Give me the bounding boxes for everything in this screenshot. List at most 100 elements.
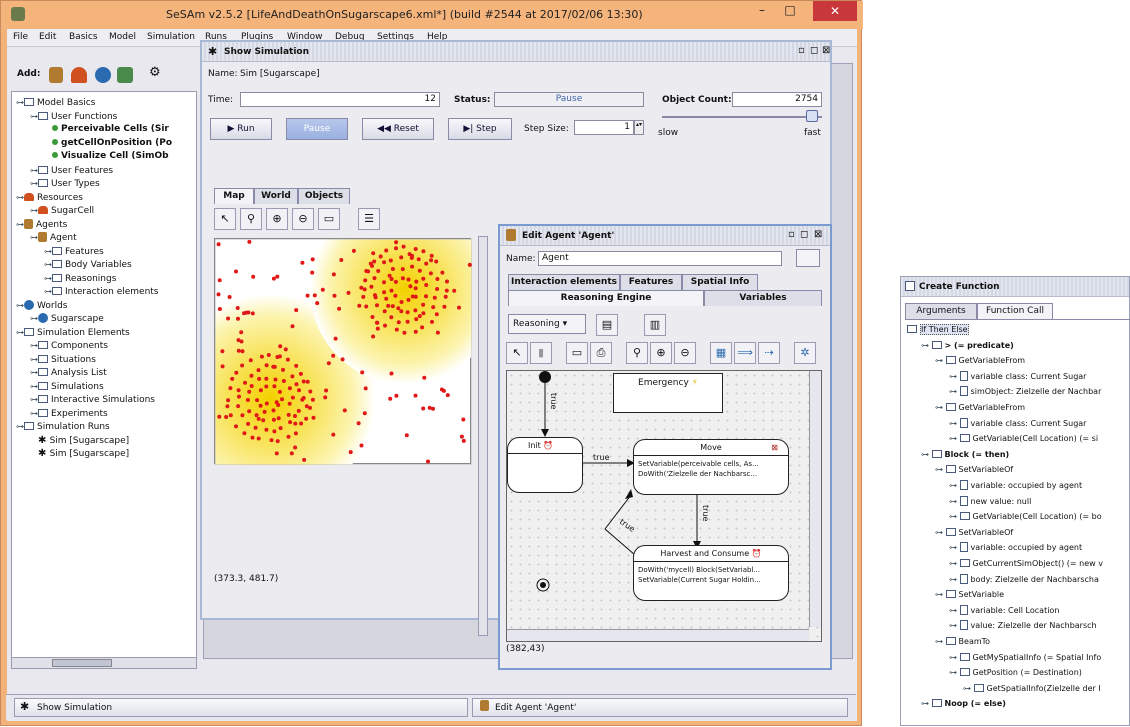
move-node[interactable]: Move ⊠ SetVariable(perceivable cells, As… (633, 439, 789, 495)
split-divider[interactable] (478, 236, 488, 636)
tree-toggle-icon[interactable]: ⊶ (921, 450, 932, 459)
close-button[interactable]: ✕ (813, 1, 857, 21)
tree-toggle-icon[interactable]: ⊶ (16, 326, 24, 339)
function-tree-row[interactable]: ⊶ body: Zielzelle der Nachbarscha (949, 573, 1099, 586)
step-size-spinner[interactable]: ▴▾ (634, 120, 644, 135)
tree-item[interactable]: ⊶ Interaction elements (44, 285, 159, 298)
tree-toggle-icon[interactable]: ⊶ (16, 420, 24, 433)
init-node[interactable]: Init ⏰ (507, 437, 583, 493)
tree-item[interactable]: ⊶ User Features (30, 164, 113, 177)
tab-features[interactable]: Features (620, 274, 682, 290)
tab-map[interactable]: Map (214, 188, 254, 204)
function-tree-row[interactable]: ⊶ GetCurrentSimObject() (= new v (949, 557, 1103, 570)
harvest-node[interactable]: Harvest and Consume ⏰ DoWith('mycell) Bl… (633, 545, 789, 601)
function-tree-row[interactable]: ⊶ new value: null (949, 495, 1031, 508)
tree-item[interactable]: ⊶ Simulation Elements (16, 326, 130, 339)
agent-zoom-out-icon[interactable]: ⊖ (674, 342, 696, 364)
tree-item[interactable]: ⊶ Body Variables (44, 258, 132, 271)
tree-toggle-icon[interactable]: ⊶ (935, 528, 946, 537)
step-button[interactable]: ▶| Step (448, 118, 512, 140)
tree-toggle-icon[interactable]: ⊶ (30, 177, 38, 190)
menu-model[interactable]: Model (109, 32, 136, 42)
tree-toggle-icon[interactable]: ⊶ (935, 590, 946, 599)
tree-item[interactable]: ⊶ User Types (30, 177, 100, 190)
function-tree-row[interactable]: ⊶ SetVariableOf (935, 526, 1013, 539)
tree-toggle-icon[interactable]: ⊶ (949, 621, 960, 630)
tree-toggle-icon[interactable]: ⊶ (30, 204, 38, 217)
new-doc-icon[interactable]: ▤ (596, 314, 618, 336)
tree-toggle-icon[interactable]: ⊶ (935, 356, 946, 365)
tab-world[interactable]: World (254, 188, 298, 204)
tree-item[interactable]: ⊶ Experiments (30, 407, 108, 420)
function-tree-row[interactable]: ⊶ BeamTo (935, 635, 990, 648)
tree-item[interactable]: ⊶ Simulations (30, 380, 104, 393)
tree-item[interactable]: ⊶ Agents (16, 218, 67, 231)
tree-toggle-icon[interactable]: ⊶ (949, 387, 960, 396)
tab-objects[interactable]: Objects (298, 188, 350, 204)
tree-item[interactable]: Perceivable Cells (Sir (44, 123, 169, 136)
tree-toggle-icon[interactable]: ⊶ (921, 341, 932, 350)
tree-item[interactable]: ⊶ Reasonings (44, 272, 116, 285)
function-tree-row[interactable]: ⊶ simObject: Zielzelle der Nachbar (949, 385, 1101, 398)
tree-item[interactable]: ⊶ Analysis List (30, 366, 107, 379)
task-show-simulation[interactable]: Show Simulation (14, 698, 468, 717)
tree-toggle-icon[interactable]: ⊶ (949, 606, 960, 615)
function-tree-row[interactable]: ⊶ value: Zielzelle der Nachbarsch (949, 619, 1097, 632)
menu-simulation[interactable]: Simulation (147, 32, 195, 42)
tree-horizontal-scrollbar[interactable] (11, 657, 197, 669)
tree-toggle-icon[interactable]: ⊶ (44, 258, 52, 271)
tree-item[interactable]: ⊶ Sugarscape (30, 312, 104, 325)
reset-button[interactable]: ◀◀ Reset (362, 118, 434, 140)
add-world-icon[interactable] (95, 67, 111, 83)
pointer-icon[interactable]: ↖ (506, 342, 528, 364)
tree-item[interactable]: ✱ Sim [Sugarscape] (30, 447, 129, 460)
title-bar[interactable]: SeSAm v2.5.2 [LifeAndDeathOnSugarscape6.… (1, 1, 863, 29)
tree-toggle-icon[interactable]: ⊶ (30, 110, 38, 123)
maximize-button[interactable]: □ (777, 1, 803, 21)
function-tree-row[interactable]: ⊶ Block (= then) (921, 448, 1009, 461)
tree-item[interactable]: ⊶ Worlds (16, 299, 67, 312)
tree-item[interactable]: ⊶ User Functions (30, 110, 117, 123)
tree-toggle-icon[interactable]: ⊶ (30, 231, 38, 244)
tree-item[interactable]: ⊶ Components (30, 339, 108, 352)
speed-slider-track[interactable] (662, 116, 822, 118)
add-agent-icon[interactable] (49, 67, 63, 83)
function-tree-row[interactable]: If Then Else (907, 323, 969, 336)
tree-toggle-icon[interactable]: ⊶ (30, 339, 38, 352)
tree-toggle-icon[interactable]: ⊶ (949, 668, 960, 677)
pause-button[interactable]: Pause (286, 118, 348, 140)
tree-item[interactable]: ⊶ Resources (16, 191, 83, 204)
tree-toggle-icon[interactable]: ⊶ (949, 543, 960, 552)
tree-toggle-icon[interactable]: ⊶ (921, 699, 932, 708)
function-tree-row[interactable]: ⊶ > (= predicate) (921, 339, 1014, 352)
step-size-input[interactable]: 1 (574, 120, 634, 135)
tree-item[interactable]: ⊶ Model Basics (16, 96, 95, 109)
menu-basics[interactable]: Basics (69, 32, 98, 42)
tree-toggle-icon[interactable]: ⊶ (949, 419, 960, 428)
function-tree-row[interactable]: ⊶ GetVariable(Cell Location) (= bo (949, 510, 1102, 523)
function-tree-row[interactable]: ⊶ GetVariableFrom (935, 354, 1025, 367)
speed-slider-thumb[interactable] (806, 110, 818, 122)
function-tree-row[interactable]: ⊶ variable class: Current Sugar (949, 370, 1086, 383)
tree-toggle-icon[interactable]: ⊶ (30, 312, 38, 325)
function-tree-row[interactable]: ⊶ variable: occupied by agent (949, 479, 1082, 492)
zoom-in-icon[interactable]: ⊕ (266, 208, 288, 230)
tree-toggle-icon[interactable]: ⊶ (16, 96, 24, 109)
function-tree-row[interactable]: ⊶ SetVariableOf (935, 463, 1013, 476)
tree-toggle-icon[interactable]: ⊶ (44, 285, 52, 298)
tree-toggle-icon[interactable]: ⊶ (935, 465, 946, 474)
tree-toggle-icon[interactable]: ⊶ (949, 481, 960, 490)
tree-item[interactable]: ⊶ SugarCell (30, 204, 94, 217)
tree-item[interactable]: Visualize Cell (SimOb (44, 150, 169, 163)
tab-function-call[interactable]: Function Call (977, 303, 1053, 319)
agent-doc-icon[interactable] (796, 249, 820, 267)
agent-restore-icon[interactable]: ▫ (788, 229, 795, 240)
tree-toggle-icon[interactable]: ⊶ (949, 434, 960, 443)
tree-toggle-icon[interactable]: ⊶ (16, 191, 24, 204)
agent-name-input[interactable]: Agent (538, 251, 782, 266)
camera-tool-icon[interactable]: ▭ (566, 342, 588, 364)
tree-toggle-icon[interactable]: ⊶ (949, 497, 960, 506)
tab-arguments[interactable]: Arguments (905, 303, 977, 319)
function-tree-row[interactable]: ⊶ Noop (= else) (921, 697, 1006, 710)
transition-icon[interactable]: ⟹ (734, 342, 756, 364)
